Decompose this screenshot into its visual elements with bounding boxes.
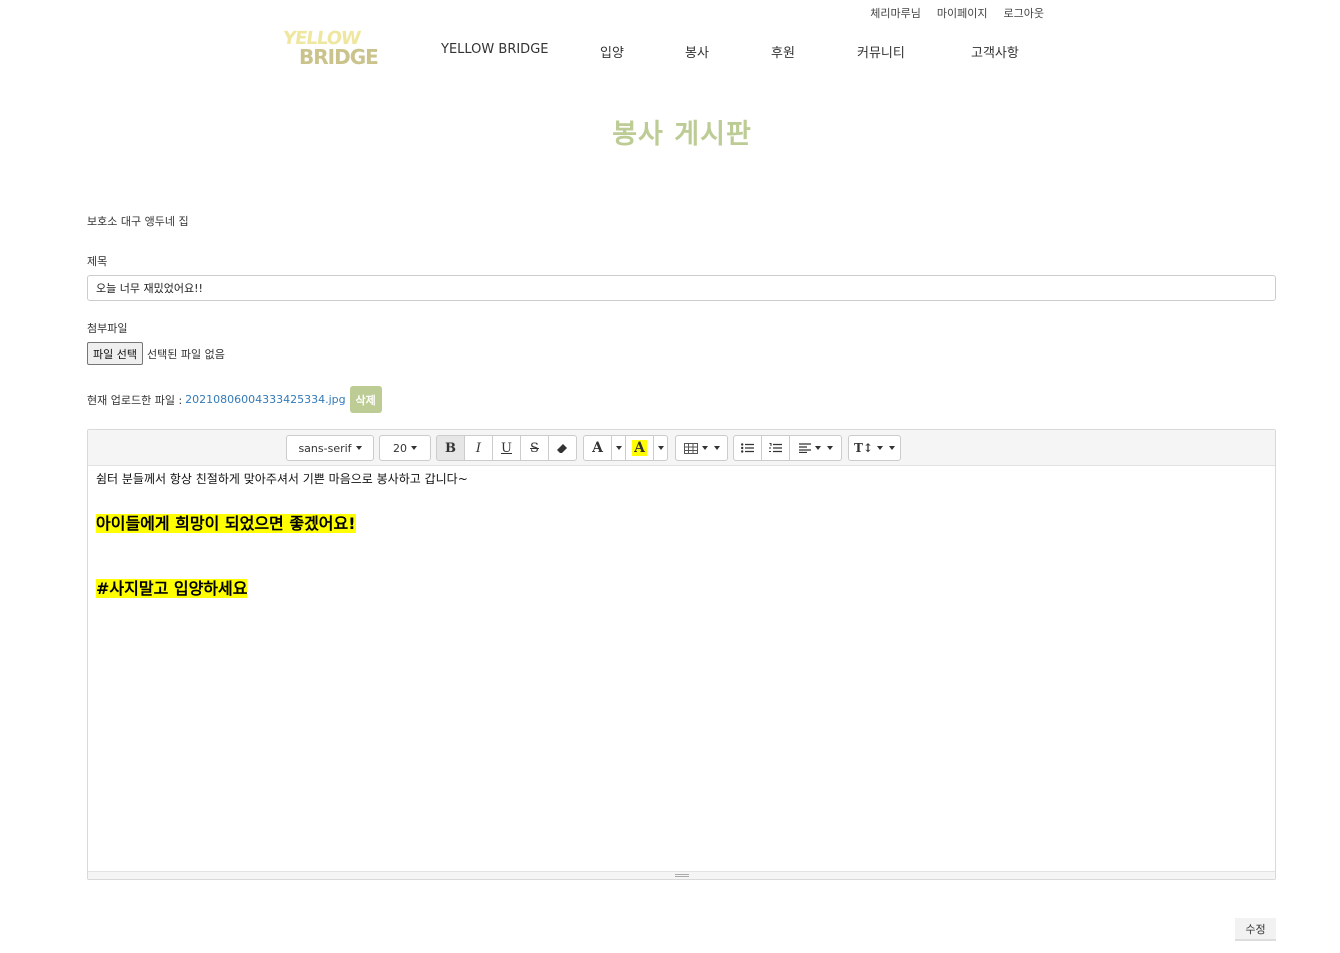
chevron-down-icon bbox=[615, 446, 622, 450]
editor-content[interactable]: 쉼터 분들께서 항상 친절하게 맞아주셔서 기쁜 마음으로 봉사하고 갑니다~ … bbox=[88, 466, 1275, 607]
font-family-value: sans-serif bbox=[298, 441, 352, 455]
highlighted-text: 아이들에게 희망이 되었으면 좋겠어요! bbox=[96, 514, 356, 533]
nav-item-customer[interactable]: 고객사항 bbox=[971, 42, 1019, 61]
highlight-color-dropdown[interactable] bbox=[653, 435, 668, 461]
line-height-icon: T↕ bbox=[854, 441, 873, 455]
font-size-dropdown[interactable]: 20 bbox=[379, 435, 431, 461]
font-size-value: 20 bbox=[393, 441, 407, 455]
ordered-list-button[interactable] bbox=[761, 435, 790, 461]
nav-item-sponsor[interactable]: 후원 bbox=[771, 42, 795, 61]
nav-item-volunteer[interactable]: 봉사 bbox=[685, 42, 709, 61]
title-input[interactable] bbox=[87, 275, 1276, 301]
chevron-down-icon bbox=[701, 446, 708, 450]
align-left-icon bbox=[798, 443, 811, 453]
shelter-name: 보호소 대구 앵두네 집 bbox=[87, 215, 189, 228]
attachment-label: 첨부파일 bbox=[87, 322, 128, 335]
strikethrough-button[interactable]: S bbox=[520, 435, 549, 461]
eraser-button[interactable] bbox=[548, 435, 577, 461]
main-nav: YELLOW BRIDGE 입양 봉사 후원 커뮤니티 고객사항 bbox=[0, 42, 1340, 62]
content-line-2: 아이들에게 희망이 되었으면 좋겠어요! bbox=[96, 513, 1267, 536]
table-icon bbox=[683, 442, 698, 454]
nav-item-community[interactable]: 커뮤니티 bbox=[857, 42, 905, 61]
current-file-label: 현재 업로드한 파일 : bbox=[87, 393, 183, 407]
height-group: T↕ bbox=[848, 435, 901, 461]
current-file-link[interactable]: 20210806004333425334.jpg bbox=[185, 393, 346, 406]
editor-toolbar: sans-serif 20 B I U S A A T↕ bbox=[88, 430, 1275, 466]
grip-icon bbox=[675, 874, 689, 877]
italic-button[interactable]: I bbox=[464, 435, 493, 461]
nav-item-adoption[interactable]: 입양 bbox=[600, 42, 624, 61]
numbered-list-icon bbox=[769, 443, 782, 453]
font-family-dropdown[interactable]: sans-serif bbox=[286, 435, 374, 461]
color-group: A A bbox=[583, 435, 668, 461]
delete-file-button[interactable]: 삭제 bbox=[349, 386, 382, 413]
highlight-letter: A bbox=[632, 440, 647, 456]
editor-resize-handle[interactable] bbox=[88, 871, 1275, 879]
font-color-button[interactable]: A bbox=[583, 435, 612, 461]
chevron-down-icon bbox=[713, 446, 720, 450]
eraser-icon bbox=[557, 443, 567, 453]
content-line-1: 쉼터 분들께서 항상 친절하게 맞아주셔서 기쁜 마음으로 봉사하고 갑니다~ bbox=[96, 472, 468, 486]
logout-link[interactable]: 로그아웃 bbox=[1004, 5, 1044, 21]
mypage-link[interactable]: 마이페이지 bbox=[937, 5, 988, 21]
chevron-down-icon bbox=[814, 446, 821, 450]
chevron-down-icon bbox=[888, 446, 895, 450]
paragraph-align-dropdown[interactable] bbox=[789, 435, 842, 461]
edit-submit-button[interactable]: 수정 bbox=[1235, 918, 1276, 941]
unordered-list-button[interactable] bbox=[733, 435, 762, 461]
font-family-group: sans-serif bbox=[286, 435, 374, 461]
highlight-color-button[interactable]: A bbox=[625, 435, 654, 461]
current-file-row: 현재 업로드한 파일 : 20210806004333425334.jpg 삭제 bbox=[87, 386, 382, 413]
chevron-down-icon bbox=[826, 446, 833, 450]
user-name-link[interactable]: 체리마루님 bbox=[870, 5, 921, 21]
choose-file-button[interactable]: 파일 선택 bbox=[87, 342, 143, 365]
rich-text-editor: sans-serif 20 B I U S A A T↕ 쉼터 분들께서 항상 … bbox=[87, 429, 1276, 880]
list-group bbox=[733, 435, 842, 461]
font-color-dropdown[interactable] bbox=[611, 435, 626, 461]
file-input: 파일 선택 선택된 파일 없음 bbox=[87, 342, 225, 365]
highlighted-hashtag: #사지말고 입양하세요 bbox=[96, 579, 248, 598]
style-group: B I U S bbox=[436, 435, 577, 461]
page-title: 봉사 게시판 bbox=[612, 119, 752, 150]
line-height-dropdown[interactable]: T↕ bbox=[848, 435, 901, 461]
chevron-down-icon bbox=[876, 446, 883, 450]
user-menu: 체리마루님 마이페이지 로그아웃 bbox=[870, 5, 1044, 21]
table-group bbox=[675, 435, 728, 461]
bold-button[interactable]: B bbox=[436, 435, 465, 461]
chevron-down-icon bbox=[657, 446, 664, 450]
table-dropdown[interactable] bbox=[675, 435, 728, 461]
underline-button[interactable]: U bbox=[492, 435, 521, 461]
content-line-3: #사지말고 입양하세요 bbox=[96, 578, 1267, 601]
chevron-down-icon bbox=[411, 446, 417, 450]
bullet-list-icon bbox=[741, 443, 754, 453]
nav-item-yellow-bridge[interactable]: YELLOW BRIDGE bbox=[441, 42, 548, 57]
chevron-down-icon bbox=[355, 446, 362, 450]
font-size-group: 20 bbox=[379, 435, 431, 461]
title-label: 제목 bbox=[87, 255, 108, 268]
file-status: 선택된 파일 없음 bbox=[146, 347, 225, 361]
